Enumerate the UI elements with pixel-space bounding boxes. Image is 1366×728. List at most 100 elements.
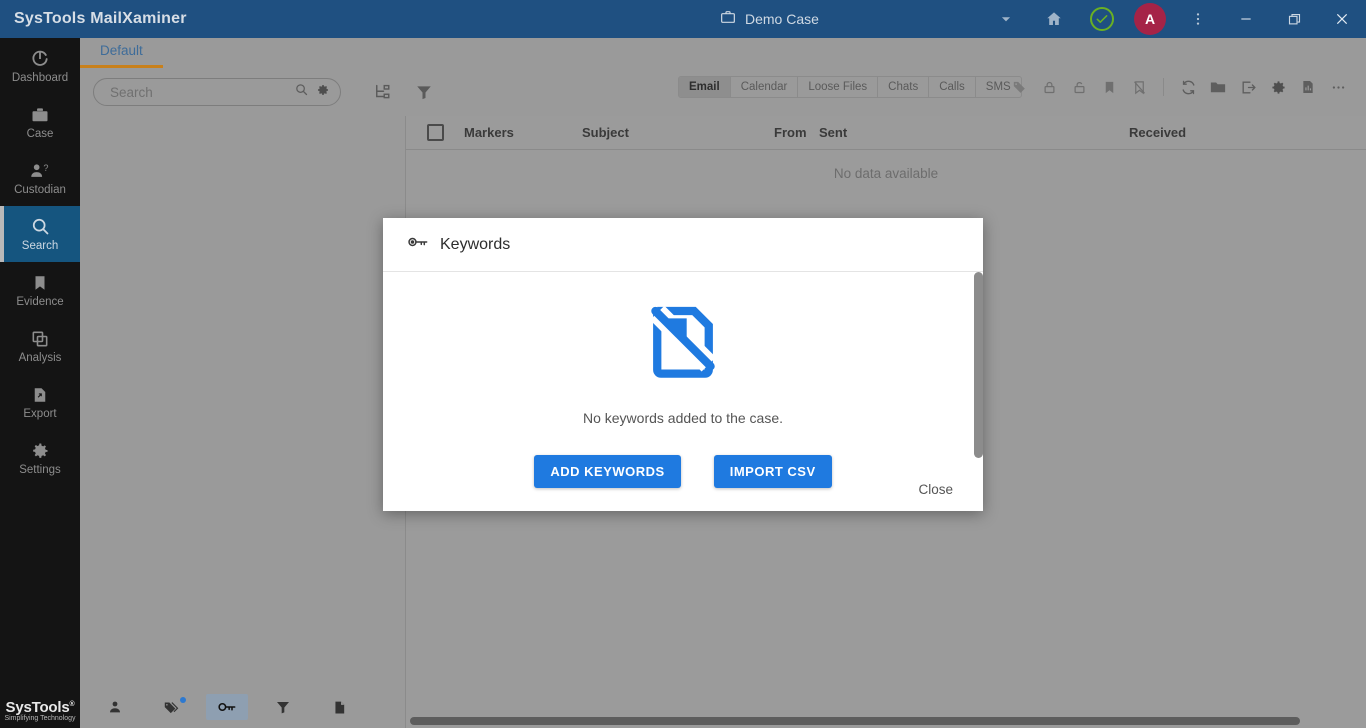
bottom-toolbar bbox=[80, 686, 405, 728]
bookmark-off-icon[interactable] bbox=[1125, 76, 1153, 98]
custodian-icon: ? bbox=[29, 161, 51, 181]
home-icon[interactable] bbox=[1030, 0, 1078, 38]
horizontal-scrollbar[interactable] bbox=[406, 714, 1366, 728]
refresh-icon[interactable] bbox=[1174, 76, 1202, 98]
chevron-down-icon[interactable] bbox=[982, 0, 1030, 38]
sidebar-item-label: Dashboard bbox=[11, 71, 69, 84]
close-button[interactable]: Close bbox=[918, 482, 953, 497]
no-keywords-icon bbox=[383, 300, 983, 392]
sidebar-item-analysis[interactable]: Analysis bbox=[0, 318, 80, 374]
close-icon[interactable] bbox=[1318, 0, 1366, 38]
document-icon[interactable] bbox=[318, 694, 360, 720]
sidebar-item-search[interactable]: Search bbox=[0, 206, 80, 262]
tab-chats[interactable]: Chats bbox=[878, 77, 930, 97]
sidebar-item-custodian[interactable]: ? Custodian bbox=[0, 150, 80, 206]
vertical-scrollbar[interactable] bbox=[973, 272, 983, 511]
tab-loose-files[interactable]: Loose Files bbox=[798, 77, 879, 97]
tab-default[interactable]: Default bbox=[80, 38, 163, 68]
column-header-received[interactable]: Received bbox=[1129, 125, 1186, 140]
checkbox-icon[interactable] bbox=[426, 124, 444, 141]
tree-view-icon[interactable] bbox=[361, 83, 403, 101]
sidebar-item-label: Search bbox=[21, 240, 59, 252]
briefcase-icon bbox=[720, 9, 736, 30]
export-icon bbox=[31, 385, 49, 405]
folder-open-icon[interactable] bbox=[1204, 76, 1232, 98]
vertical-scrollbar-thumb[interactable] bbox=[974, 272, 983, 458]
search-input[interactable]: Search bbox=[93, 78, 341, 106]
tag-add-icon[interactable] bbox=[1005, 76, 1033, 98]
column-header-markers[interactable]: Markers bbox=[464, 125, 582, 140]
lock-icon[interactable] bbox=[1035, 76, 1063, 98]
application-window: SysTools MailXaminer Demo Case A Dashboa… bbox=[0, 0, 1366, 728]
unlock-icon[interactable] bbox=[1065, 76, 1093, 98]
gear-icon[interactable] bbox=[1264, 76, 1292, 98]
select-all-checkbox[interactable] bbox=[406, 124, 464, 141]
minimize-icon[interactable] bbox=[1222, 0, 1270, 38]
column-header-subject[interactable]: Subject bbox=[582, 125, 774, 140]
briefcase-icon bbox=[30, 105, 50, 125]
tags-badge-dot bbox=[180, 697, 186, 703]
sidebar-item-label: Settings bbox=[19, 463, 61, 476]
import-csv-button[interactable]: IMPORT CSV bbox=[713, 455, 832, 488]
sidebar-item-label: Evidence bbox=[16, 295, 64, 308]
dialog-title: Keywords bbox=[440, 235, 511, 253]
logo-name: SysTools bbox=[5, 699, 70, 716]
tab-calls[interactable]: Calls bbox=[929, 77, 976, 97]
sidebar-item-label: Analysis bbox=[18, 351, 62, 364]
empty-state-message: No keywords added to the case. bbox=[582, 410, 783, 426]
case-name-label: Demo Case bbox=[745, 11, 819, 27]
dialog-actions: ADD KEYWORDS IMPORT CSV bbox=[383, 455, 983, 488]
avatar[interactable]: A bbox=[1134, 3, 1166, 35]
more-vertical-icon[interactable] bbox=[1174, 0, 1222, 38]
svg-text:?: ? bbox=[43, 163, 48, 173]
toolbar-divider bbox=[1163, 78, 1164, 96]
sidebar-item-settings[interactable]: Settings bbox=[0, 430, 80, 486]
search-placeholder: Search bbox=[110, 84, 153, 100]
title-bar: SysTools MailXaminer Demo Case A bbox=[0, 0, 1366, 38]
more-horizontal-icon[interactable] bbox=[1324, 76, 1352, 98]
sidebar-item-label: Case bbox=[26, 127, 54, 140]
dialog-header: Keywords bbox=[383, 218, 983, 272]
restore-icon[interactable] bbox=[1270, 0, 1318, 38]
app-title: SysTools MailXaminer bbox=[14, 10, 187, 27]
sidebar-item-label: Custodian bbox=[14, 183, 66, 196]
bookmark-icon[interactable] bbox=[1095, 76, 1123, 98]
column-header-from[interactable]: From bbox=[774, 125, 819, 140]
dialog-body: No keywords added to the case. ADD KEYWO… bbox=[383, 272, 983, 511]
grid-header-row: Markers Subject From Sent Received bbox=[406, 116, 1366, 150]
search-settings-gear-icon[interactable] bbox=[316, 83, 330, 102]
sidebar-item-label: Export bbox=[23, 407, 57, 420]
filter-icon[interactable] bbox=[403, 83, 445, 101]
sidebar-item-dashboard[interactable]: Dashboard bbox=[0, 38, 80, 94]
titlebar-actions: A bbox=[982, 0, 1366, 38]
grid-action-icons bbox=[1005, 76, 1352, 98]
search-toolbar: Search Email Calendar Loose Files Chats … bbox=[80, 70, 1366, 114]
report-icon[interactable] bbox=[1294, 76, 1322, 98]
left-pane bbox=[80, 116, 405, 728]
tab-calendar[interactable]: Calendar bbox=[731, 77, 799, 97]
sidebar-item-export[interactable]: Export bbox=[0, 374, 80, 430]
tab-email[interactable]: Email bbox=[679, 77, 731, 97]
sidebar: Dashboard Case ? Custodian Search Eviden… bbox=[0, 38, 80, 728]
tags-icon[interactable] bbox=[150, 694, 192, 720]
search-icon[interactable] bbox=[294, 82, 309, 102]
horizontal-scrollbar-thumb[interactable] bbox=[410, 717, 1300, 725]
person-icon[interactable] bbox=[94, 694, 136, 720]
column-header-sent[interactable]: Sent bbox=[819, 125, 1129, 140]
key-icon[interactable] bbox=[206, 694, 248, 720]
key-icon bbox=[407, 234, 429, 255]
logo-tagline: Simplifying Technology bbox=[4, 715, 76, 722]
document-tabstrip: Default bbox=[80, 38, 163, 68]
sidebar-item-evidence[interactable]: Evidence bbox=[0, 262, 80, 318]
sidebar-item-case[interactable]: Case bbox=[0, 94, 80, 150]
add-keywords-button[interactable]: ADD KEYWORDS bbox=[534, 455, 681, 488]
dashboard-icon bbox=[30, 49, 50, 69]
check-circle-icon[interactable] bbox=[1078, 0, 1126, 38]
grid-empty-message: No data available bbox=[833, 166, 939, 181]
analysis-icon bbox=[30, 329, 50, 349]
current-case[interactable]: Demo Case bbox=[720, 0, 819, 38]
filter-icon[interactable] bbox=[262, 694, 304, 720]
export-arrow-icon[interactable] bbox=[1234, 76, 1262, 98]
keywords-dialog: Keywords No keywords added to the case. … bbox=[383, 218, 983, 511]
gear-icon bbox=[30, 441, 50, 461]
